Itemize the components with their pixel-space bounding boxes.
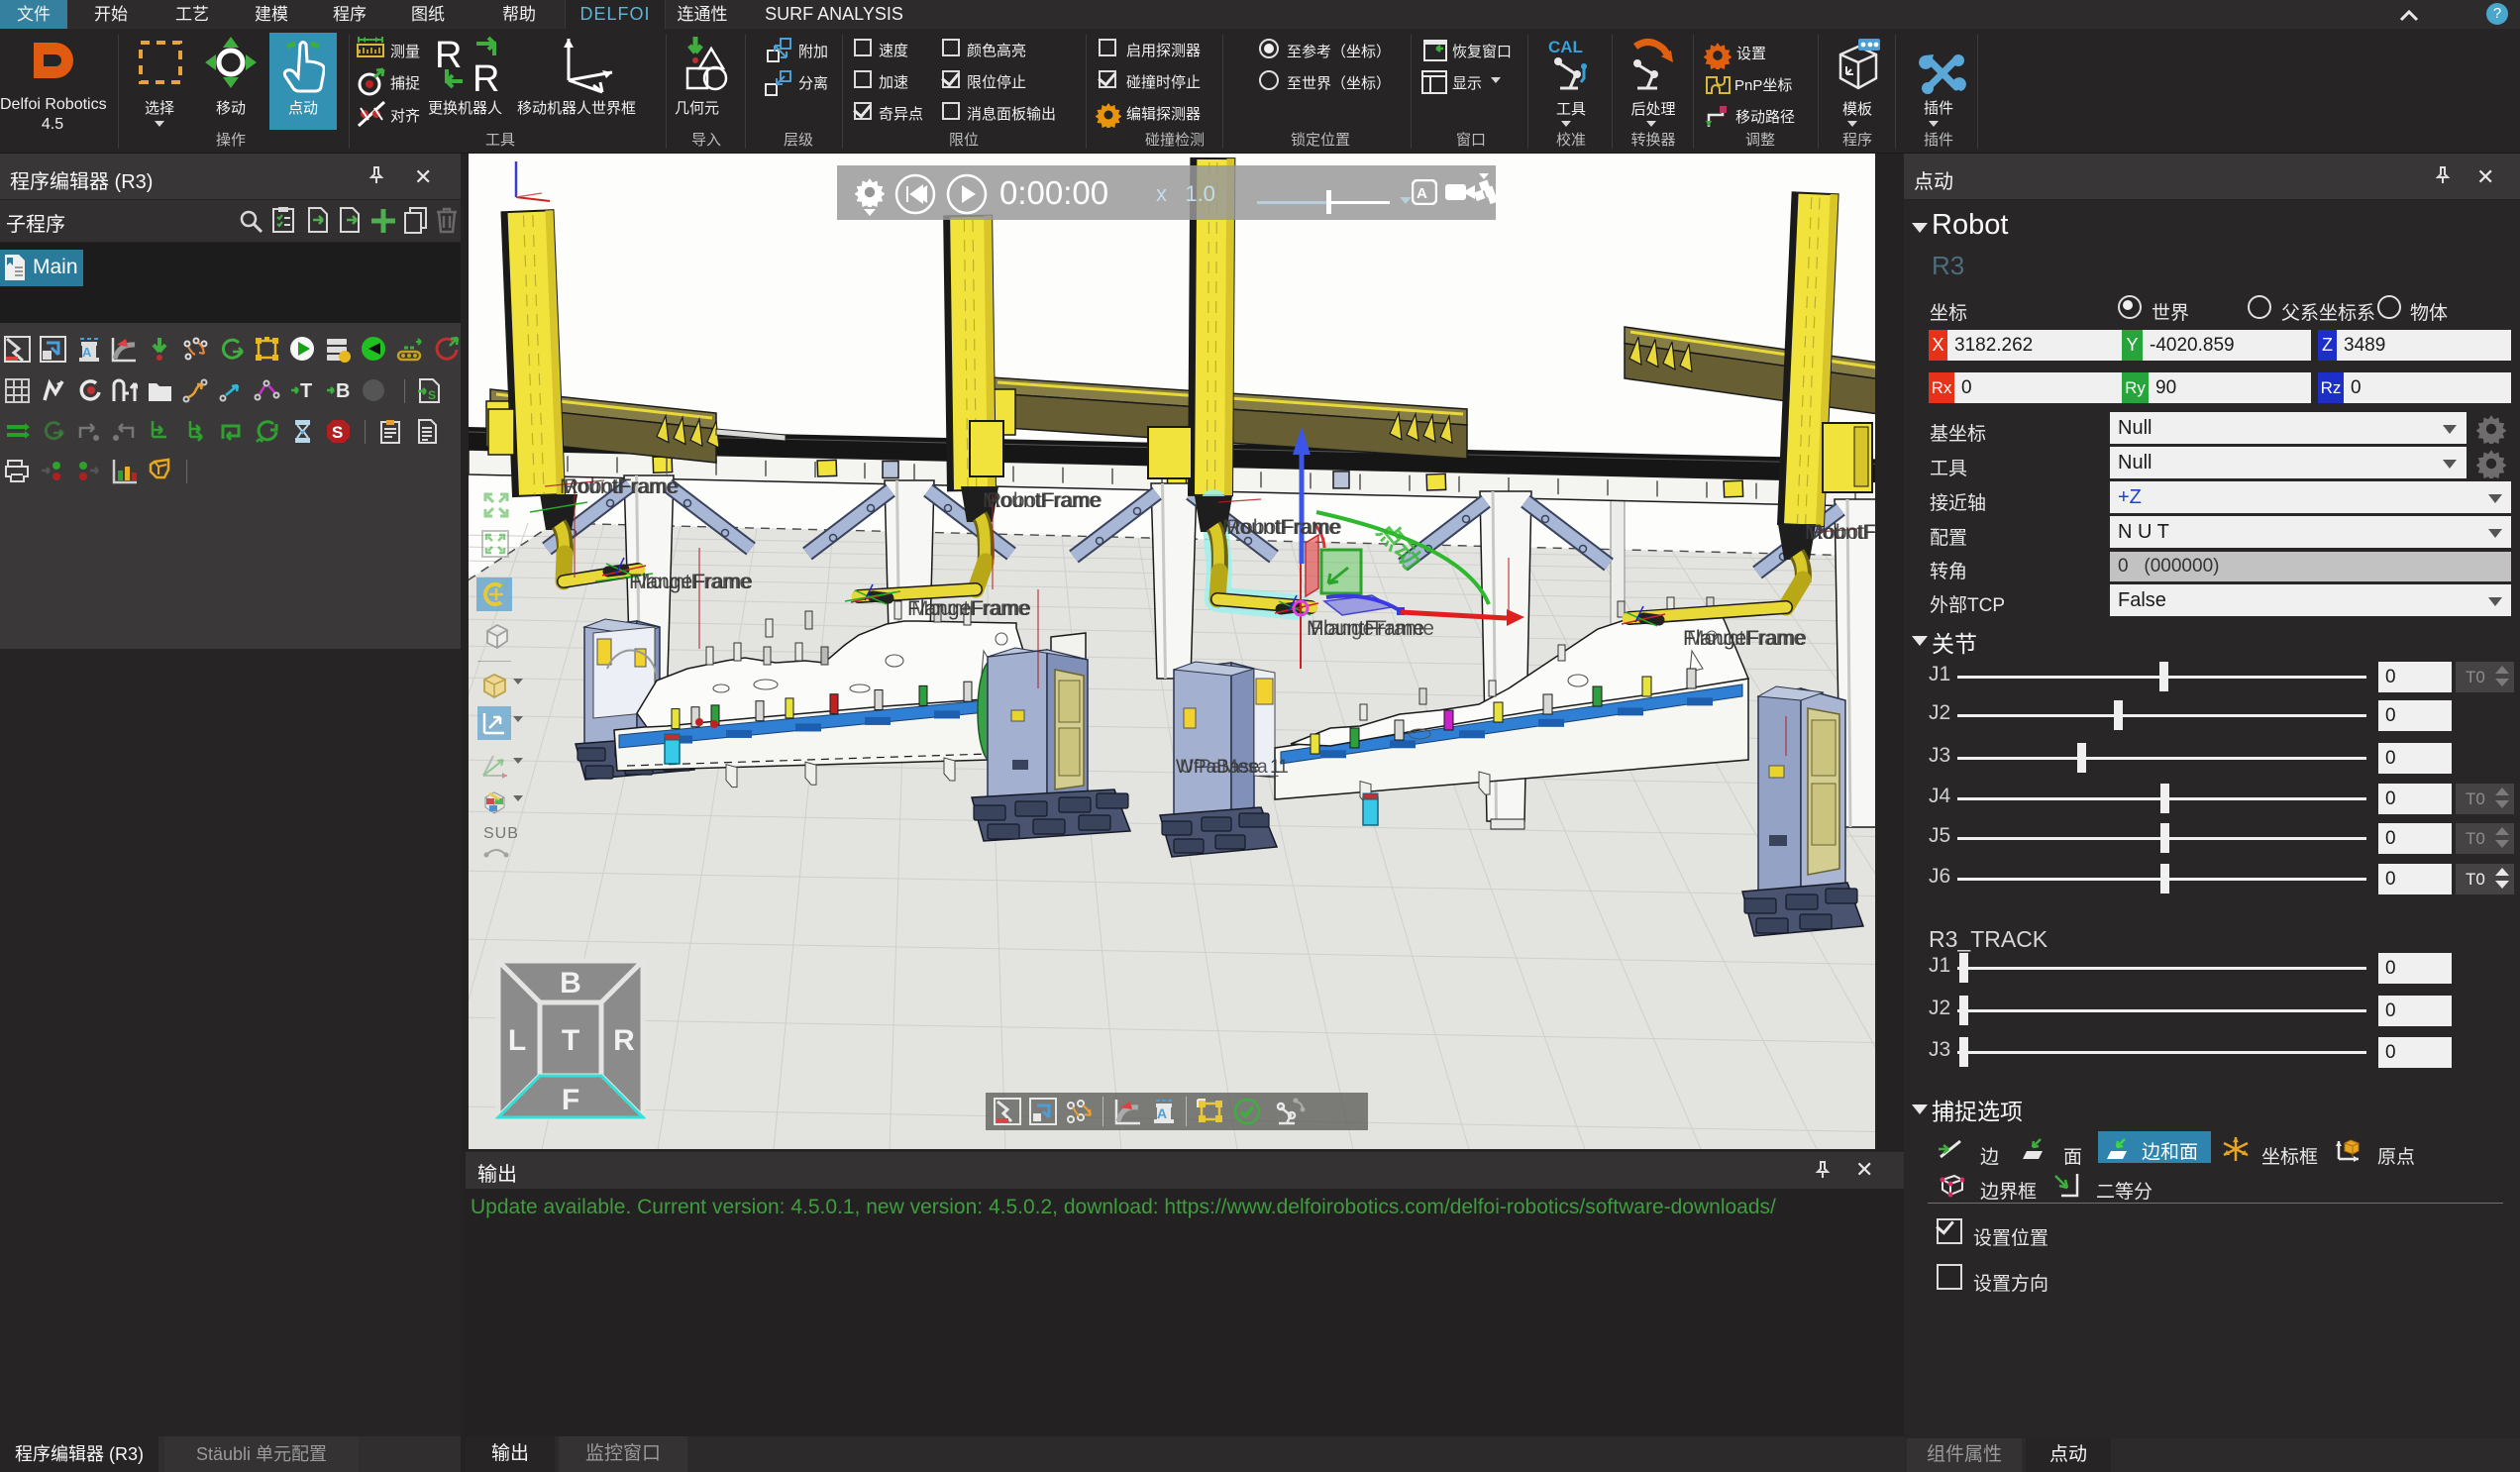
svg-text:L: L — [508, 1024, 526, 1057]
svg-text:A: A — [1157, 1105, 1167, 1121]
svg-text:R: R — [472, 58, 499, 95]
svg-text:FlangeFrame: FlangeFrame — [1311, 617, 1434, 640]
svg-text:S: S — [428, 388, 436, 402]
svg-text:A: A — [1417, 185, 1427, 202]
svg-text:RobotFra: RobotFra — [1809, 521, 1875, 544]
svg-text:T: T — [300, 380, 312, 402]
svg-text:RobotFrame: RobotFrame — [564, 475, 680, 498]
svg-text:S: S — [332, 423, 343, 442]
svg-text:F: F — [562, 1084, 579, 1116]
svg-text:R: R — [613, 1024, 635, 1057]
svg-text:T: T — [562, 1024, 579, 1057]
svg-text:RobotFrame: RobotFrame — [1226, 516, 1342, 539]
svg-text:RobotFrame: RobotFrame — [987, 489, 1102, 512]
svg-text:A: A — [82, 345, 92, 360]
svg-text:UfPaMesa_1: UfPaMesa_1 — [1180, 757, 1289, 778]
svg-text:CAL: CAL — [1548, 38, 1583, 56]
svg-text:B: B — [336, 380, 350, 402]
svg-text:MountFrame: MountFrame — [633, 571, 751, 593]
svg-text:点动: 点动 — [1371, 517, 1426, 576]
svg-text:MountFrame: MountFrame — [1687, 627, 1805, 650]
svg-text:B: B — [560, 967, 581, 999]
svg-text:MountFrame: MountFrame — [911, 597, 1029, 620]
